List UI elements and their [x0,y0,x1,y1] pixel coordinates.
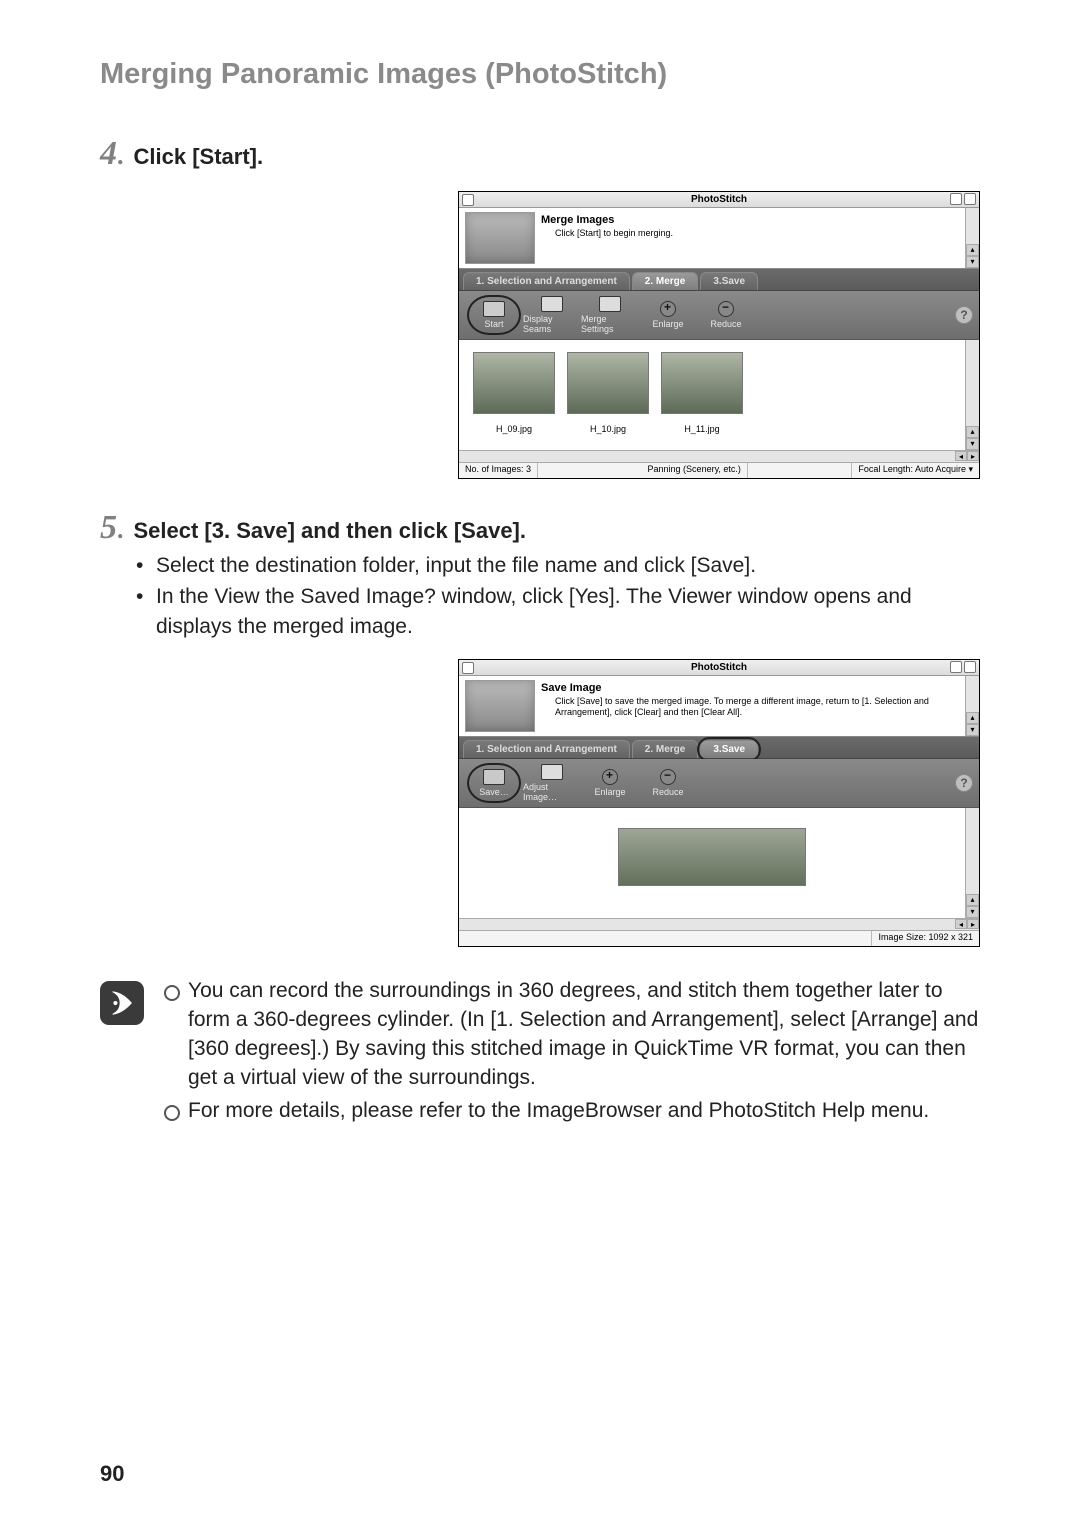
scroll-left-icon[interactable]: ◂ [955,451,967,461]
zoom-in-icon [660,301,676,317]
header-sub: Click [Save] to save the merged image. T… [555,696,961,719]
status-image-count: No. of Images: 3 [459,463,538,478]
photostitch-save-window: PhotoStitch Save Image Click [Save] to s… [458,659,980,947]
minimize-icon[interactable] [950,661,962,673]
thumbnail-image [661,352,743,414]
zoom-icon[interactable] [964,193,976,205]
canvas-scrollbar[interactable]: ▴ ▾ [965,808,979,918]
photostitch-merge-window: PhotoStitch Merge Images Click [Start] t… [458,191,980,479]
scroll-left-icon[interactable]: ◂ [955,919,967,929]
merged-panorama-image [618,828,806,886]
tab-merge[interactable]: 2. Merge [632,272,699,290]
status-mode: Panning (Scenery, etc.) [642,463,748,478]
merge-settings-button[interactable]: Merge Settings [581,295,639,335]
scroll-down-icon[interactable]: ▾ [966,906,979,918]
section-title: Merging Panoramic Images (PhotoStitch) [100,58,980,91]
list-item[interactable]: H_09.jpg [473,352,555,434]
note-item: You can record the surroundings in 360 d… [164,977,980,1093]
step-5-bullet: Select the destination folder, input the… [156,551,980,580]
tab-selection-arrangement[interactable]: 1. Selection and Arrangement [463,272,630,290]
horizontal-scrollbar[interactable]: ◂ ▸ [459,450,979,462]
step-4-title: Click [Start]. [134,144,264,170]
thumbnail-image [473,352,555,414]
start-icon [483,301,505,317]
thumbnail-caption: H_10.jpg [590,424,626,434]
scroll-right-icon[interactable]: ▸ [967,919,979,929]
zoom-out-icon [660,769,676,785]
header-sub: Click [Start] to begin merging. [555,228,961,239]
status-focal-length[interactable]: Focal Length: Auto Acquire ▾ [851,463,979,478]
zoom-icon[interactable] [964,661,976,673]
scroll-down-icon[interactable]: ▾ [966,724,979,736]
tab-selection-arrangement[interactable]: 1. Selection and Arrangement [463,740,630,758]
scroll-up-icon[interactable]: ▴ [966,426,979,438]
header-heading: Merge Images [541,214,961,226]
header-scrollbar[interactable]: ▴ ▾ [965,208,979,268]
step-5-title: Select [3. Save] and then click [Save]. [134,518,527,544]
step-number-4: 4. [100,135,124,173]
zoom-in-icon [602,769,618,785]
display-seams-button[interactable]: Display Seams [523,295,581,335]
list-item[interactable]: H_11.jpg [661,352,743,434]
scroll-down-icon[interactable]: ▾ [966,256,979,268]
thumbnail-image [567,352,649,414]
horizontal-scrollbar[interactable]: ◂ ▸ [459,918,979,930]
preview-thumbnail [465,212,535,264]
tab-save[interactable]: 3.Save [700,272,758,290]
note-icon [100,981,144,1025]
reduce-button[interactable]: Reduce [697,295,755,335]
page-number: 90 [100,1461,124,1487]
scroll-up-icon[interactable]: ▴ [966,244,979,256]
header-heading: Save Image [541,682,961,694]
canvas-scrollbar[interactable]: ▴ ▾ [965,340,979,450]
preview-thumbnail [465,680,535,732]
save-button[interactable]: Save… [465,763,523,803]
window-title: PhotoStitch [459,194,979,205]
minimize-icon[interactable] [950,193,962,205]
step-5-bullet: In the View the Saved Image? window, cli… [156,582,980,641]
list-item[interactable]: H_10.jpg [567,352,649,434]
help-button[interactable]: ? [955,774,973,792]
scroll-down-icon[interactable]: ▾ [966,438,979,450]
merge-settings-icon [599,296,621,312]
help-button[interactable]: ? [955,306,973,324]
tab-save[interactable]: 3.Save [700,740,758,758]
thumbnail-caption: H_09.jpg [496,424,532,434]
enlarge-button[interactable]: Enlarge [639,295,697,335]
tab-merge[interactable]: 2. Merge [632,740,699,758]
start-button[interactable]: Start [465,295,523,335]
status-image-size: Image Size: 1092 x 321 [871,931,979,946]
scroll-up-icon[interactable]: ▴ [966,894,979,906]
scroll-up-icon[interactable]: ▴ [966,712,979,724]
note-item: For more details, please refer to the Im… [164,1097,980,1126]
reduce-button[interactable]: Reduce [639,763,697,803]
thumbnail-caption: H_11.jpg [684,424,719,434]
enlarge-button[interactable]: Enlarge [581,763,639,803]
step-number-5: 5. [100,509,124,547]
display-seams-icon [541,296,563,312]
window-title: PhotoStitch [459,662,979,673]
save-icon [483,769,505,785]
adjust-image-icon [541,764,563,780]
header-scrollbar[interactable]: ▴ ▾ [965,676,979,736]
scroll-right-icon[interactable]: ▸ [967,451,979,461]
zoom-out-icon [718,301,734,317]
adjust-image-button[interactable]: Adjust Image… [523,763,581,803]
